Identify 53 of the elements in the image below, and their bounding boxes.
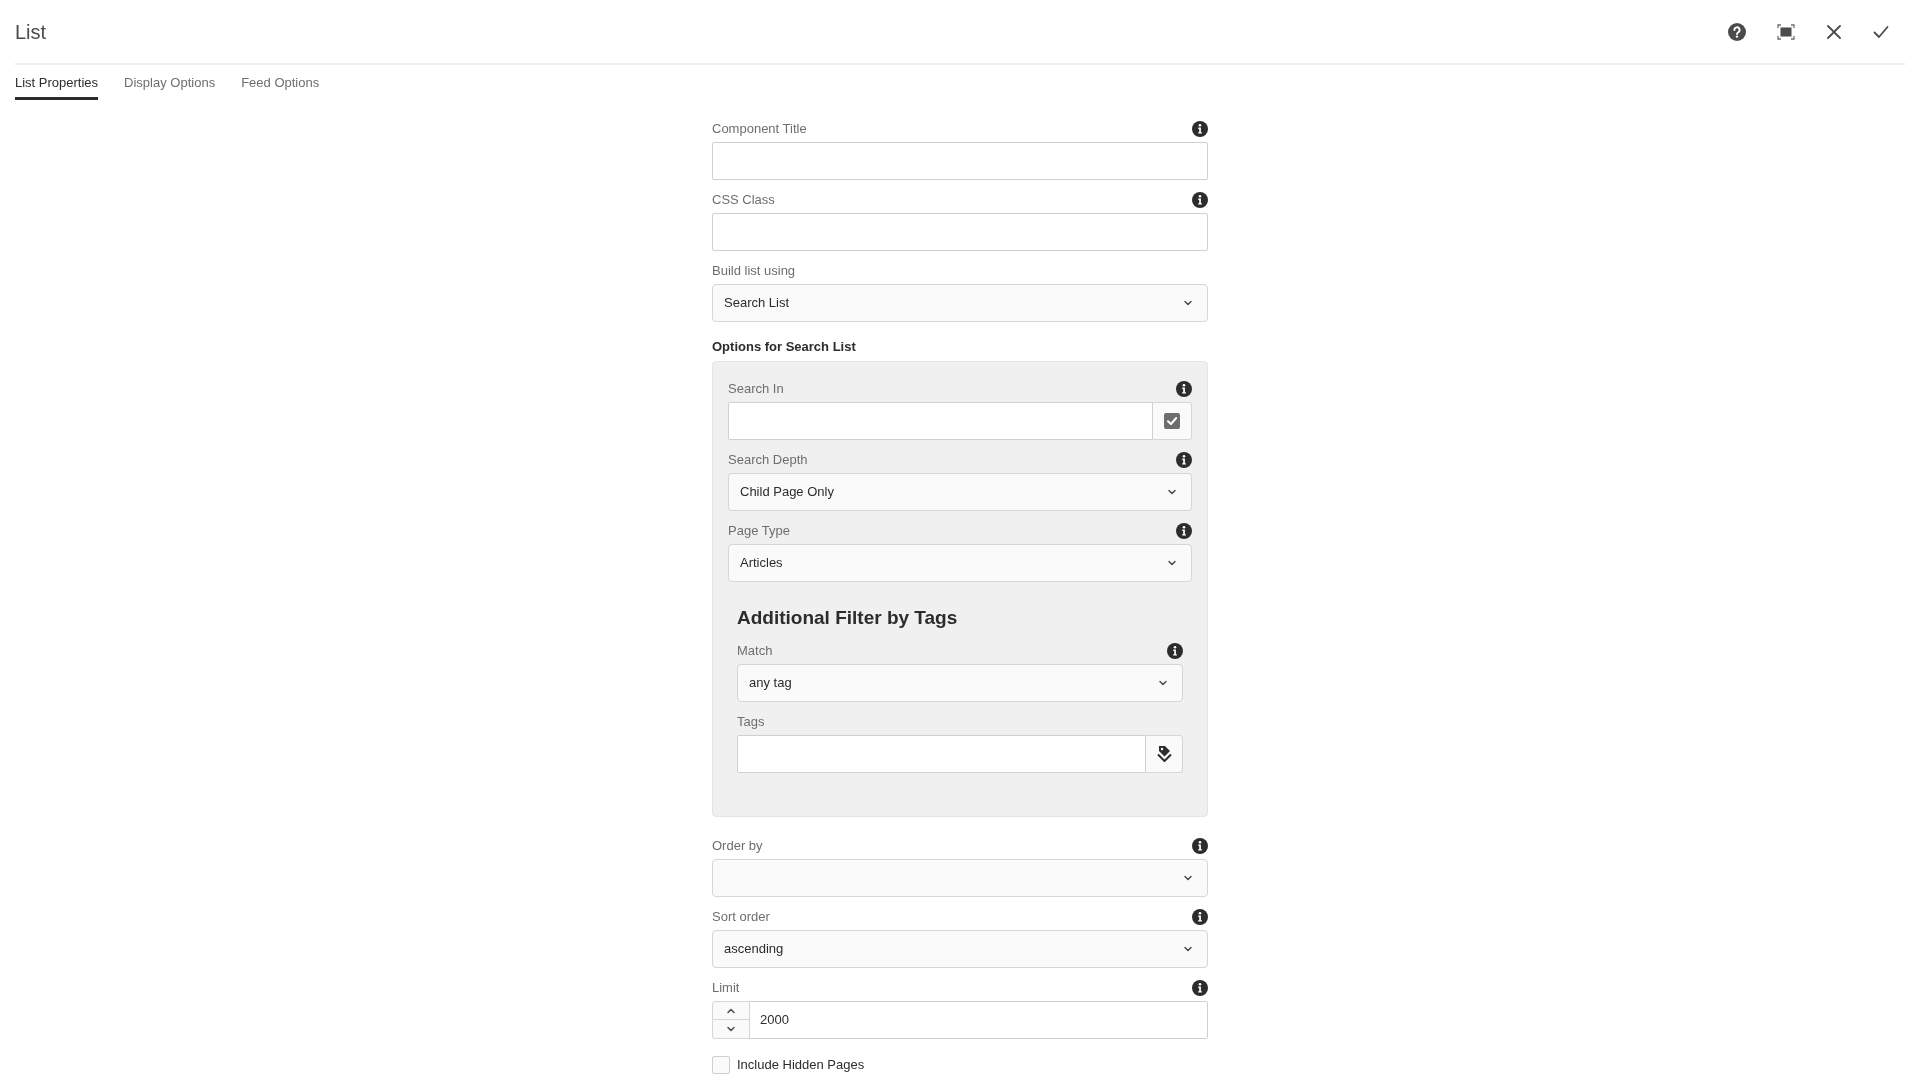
field-label: CSS Class [712,191,775,210]
field-label: Build list using [712,262,796,281]
fullscreen-icon [1777,23,1795,40]
info-icon[interactable] [1192,121,1208,137]
dropdown[interactable]: Child Page Only [728,473,1192,511]
field-label: Match [737,642,773,661]
section-heading: Additional Filter by Tags [737,605,958,630]
tags-icon [1156,745,1172,763]
checked-box-icon [1164,413,1180,429]
info-icon[interactable] [1192,192,1208,208]
tab[interactable]: List Properties [15,65,99,100]
checkbox[interactable] [712,1056,730,1074]
chevron-down-icon [1167,558,1177,568]
dropdown[interactable]: ascending [712,930,1208,968]
info-icon[interactable] [1176,381,1192,397]
field-label: Order by [712,837,763,856]
chevron-down-icon [1183,298,1193,308]
field-label: Search Depth [728,451,808,470]
tags-field[interactable] [737,735,1146,773]
checkbox-label: Include Hidden Pages [737,1056,865,1075]
info-icon[interactable] [1167,643,1183,659]
close-icon [1826,23,1842,40]
dropdown[interactable]: Search List [712,284,1208,322]
help-icon [1728,22,1746,41]
chevron-down-icon [1158,678,1168,688]
number-field[interactable]: 2000 [750,1001,1208,1039]
browse-button[interactable] [1153,402,1192,440]
check-icon [1873,24,1889,39]
group-heading: Options for Search List [712,338,856,357]
info-icon[interactable] [1176,452,1192,468]
field-label: Page Type [728,522,790,541]
tab[interactable]: Feed Options [241,65,320,100]
chevron-down-icon [1183,944,1193,954]
info-icon[interactable] [1192,909,1208,925]
field-label: Component Title [712,120,807,139]
chevron-down-icon [1167,487,1177,497]
info-icon[interactable] [1192,980,1208,996]
tab[interactable]: Display Options [124,65,216,100]
chevron-down-icon [1183,873,1193,883]
field-label: Search In [728,380,784,399]
field-label: Sort order [712,908,770,927]
text-field[interactable] [712,142,1208,180]
dropdown[interactable]: any tag [737,664,1183,702]
info-icon[interactable] [1192,838,1208,854]
dropdown[interactable]: Articles [728,544,1192,582]
field-label: Tags [737,713,765,732]
info-icon[interactable] [1176,523,1192,539]
text-field[interactable] [712,213,1208,251]
field-label: Limit [712,979,740,998]
dialog-title: List [15,19,47,45]
tag-picker-button[interactable] [1146,735,1183,773]
path-field[interactable] [728,402,1153,440]
chevron-down-icon [726,1024,736,1034]
